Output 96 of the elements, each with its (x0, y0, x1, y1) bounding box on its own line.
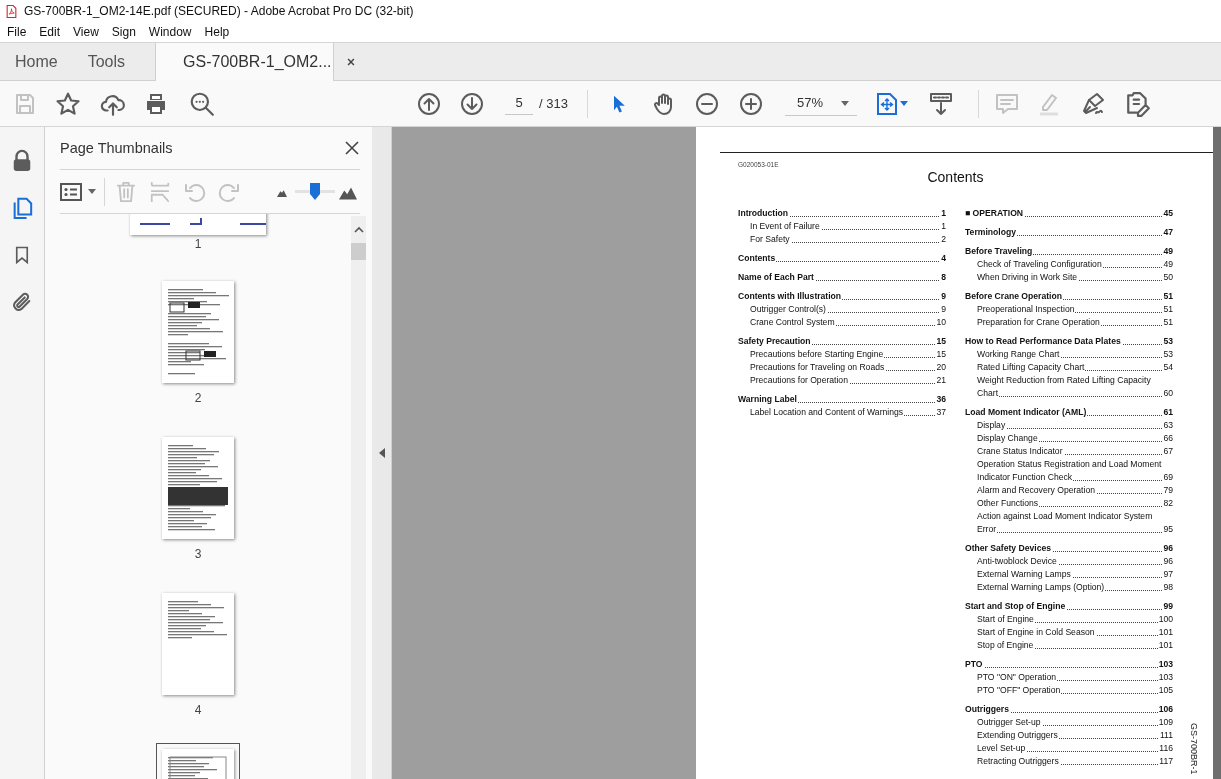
menu-item[interactable]: View (67, 25, 106, 39)
toc-entry[interactable]: Retracting Outriggers (977, 755, 1060, 768)
toc-entry[interactable]: Level Set-up (977, 742, 1027, 755)
menu-item[interactable]: Edit (33, 25, 68, 39)
scroll-thumb[interactable] (351, 243, 366, 260)
toc-entry[interactable]: External Warning Lamps (977, 568, 1072, 581)
toc-entry[interactable]: Preparation for Crane Operation (977, 316, 1101, 329)
lock-icon[interactable] (11, 149, 33, 173)
toc-entry[interactable]: Before Crane Operation (965, 290, 1063, 303)
toc-entry[interactable]: Precautions for Traveling on Roads (750, 361, 886, 374)
printer-icon[interactable] (144, 91, 168, 116)
fit-page-icon (876, 92, 897, 115)
toc-entry[interactable]: In Event of Failure (750, 220, 821, 233)
scrollbar[interactable] (351, 216, 366, 779)
toc-entry[interactable]: Check of Traveling Configuration (977, 258, 1103, 271)
toc-entry[interactable]: When Driving in Work Site (977, 271, 1079, 284)
toc-entry[interactable]: Other Functions (977, 497, 1040, 510)
page-number-field[interactable]: 5 (505, 92, 533, 115)
toc-entry[interactable]: Load Moment Indicator (AML) (965, 406, 1088, 419)
toc-entry[interactable]: ■ OPERATION (965, 207, 1025, 220)
toc-entry[interactable]: Stop of Engine (977, 639, 1035, 652)
pdf-file-icon (5, 3, 18, 19)
page-label: 1 (194, 237, 202, 251)
toc-entry[interactable]: Precautions for Operation (750, 374, 849, 387)
close-icon[interactable] (344, 140, 360, 156)
search-icon[interactable] (189, 90, 215, 117)
close-icon[interactable] (345, 57, 356, 67)
toc-entry[interactable]: Start and Stop of Engine (965, 600, 1067, 613)
fit-page-button[interactable] (876, 92, 908, 115)
toc-entry[interactable]: Crane Status Indicator (977, 445, 1064, 458)
paperclip-icon[interactable] (11, 290, 33, 314)
toc-entry[interactable]: Crane Control System (750, 316, 836, 329)
toc-entry[interactable]: Contents (738, 252, 777, 265)
edit-document-icon[interactable] (1124, 90, 1151, 117)
toc-entry[interactable]: Other Safety Devices (965, 542, 1052, 555)
zoom-field[interactable]: 57% (784, 91, 857, 116)
tab[interactable]: Tools (72, 43, 141, 80)
toc-entry[interactable]: Warning Label (738, 393, 798, 406)
toc-entry[interactable]: Preoperational Inspection (977, 303, 1076, 316)
caret-icon (88, 189, 96, 194)
toc-entry[interactable]: PTO "ON" Operation (977, 671, 1058, 684)
toc-entry[interactable]: Name of Each Part (738, 271, 815, 284)
page-heading: Contents (926, 169, 985, 185)
slider-thumb[interactable] (309, 181, 321, 202)
side-label: GS-700BR-1 (1189, 723, 1199, 775)
menu-item[interactable]: Help (198, 25, 237, 39)
list-icon (60, 182, 82, 201)
toc-entry[interactable]: Anti-twoblock Device (977, 555, 1058, 568)
toc-entry[interactable]: Safety Precaution (738, 335, 812, 348)
toc-entry[interactable]: For Safety (750, 233, 791, 246)
caret-icon (899, 101, 908, 106)
toc-entry[interactable]: Precautions before Starting Engine (750, 348, 885, 361)
pages-icon[interactable] (11, 196, 33, 220)
arrow-down-circle-icon[interactable] (460, 91, 484, 116)
toc-entry[interactable]: Working Range Chart (977, 348, 1061, 361)
toc-entry[interactable]: Start of Engine (977, 613, 1035, 626)
toc-entry[interactable]: Label Location and Content of Warnings (750, 406, 905, 419)
page-label: 4 (194, 703, 202, 717)
caret-icon (840, 100, 849, 106)
toc-entry[interactable]: Operation Status Registration and Load Moment Indicator Function Check (977, 458, 1163, 484)
toc-entry[interactable]: Extending Outriggers (977, 729, 1059, 742)
toc-entry[interactable]: Outriggers (965, 703, 1010, 716)
scroll-up-icon[interactable] (353, 226, 364, 234)
zoom-in-icon[interactable] (738, 91, 763, 116)
collapse-arrow-icon[interactable] (378, 448, 385, 458)
toc-entry[interactable]: How to Read Performance Data Plates (965, 335, 1122, 348)
page-label: 3 (194, 547, 202, 561)
page-label: 2 (194, 391, 202, 405)
toc-entry[interactable]: PTO (965, 658, 984, 671)
toc-entry[interactable]: Terminology (965, 226, 1017, 239)
options-button[interactable] (60, 182, 96, 201)
toc-entry[interactable]: Rated Lifting Capacity Chart (977, 361, 1086, 374)
pen-sign-icon[interactable] (1080, 91, 1105, 116)
arrow-up-circle-icon[interactable] (417, 91, 441, 116)
menu-item[interactable]: File (1, 25, 34, 39)
menu-item[interactable]: Sign (105, 25, 143, 39)
toc-entry[interactable]: Contents with Illustration (738, 290, 843, 303)
page-count: / 313 (539, 96, 568, 111)
panel-title: Page Thumbnails (60, 140, 173, 156)
toc-entry[interactable]: External Warning Lamps (Option) (977, 581, 1106, 594)
toc-entry[interactable]: Before Traveling (965, 245, 1034, 258)
toc-entry[interactable]: Introduction (738, 207, 790, 220)
toc-entry[interactable]: Outrigger Control(s) (750, 303, 827, 316)
scrollbar[interactable] (1213, 127, 1221, 779)
toc-entry[interactable]: PTO "OFF" Operation (977, 684, 1062, 697)
scroll-mode-icon[interactable] (928, 91, 953, 116)
toc-entry[interactable]: Display (977, 419, 1007, 432)
window-title: GS-700BR-1_OM2-14E.pdf (SECURED) - Adobe Acrobat Pro DC (32-bit) (24, 4, 414, 18)
toc-entry[interactable]: Alarm and Recovery Operation (977, 484, 1096, 497)
menu-item[interactable]: Window (142, 25, 199, 39)
toc-entry[interactable]: Outrigger Set-up (977, 716, 1042, 729)
toc-entry[interactable]: Display Change (977, 432, 1039, 445)
tab[interactable]: Home (0, 43, 73, 80)
star-icon[interactable] (55, 90, 81, 117)
zoom-out-icon[interactable] (694, 91, 719, 116)
toc-entry[interactable]: Start of Engine in Cold Season (977, 626, 1096, 639)
